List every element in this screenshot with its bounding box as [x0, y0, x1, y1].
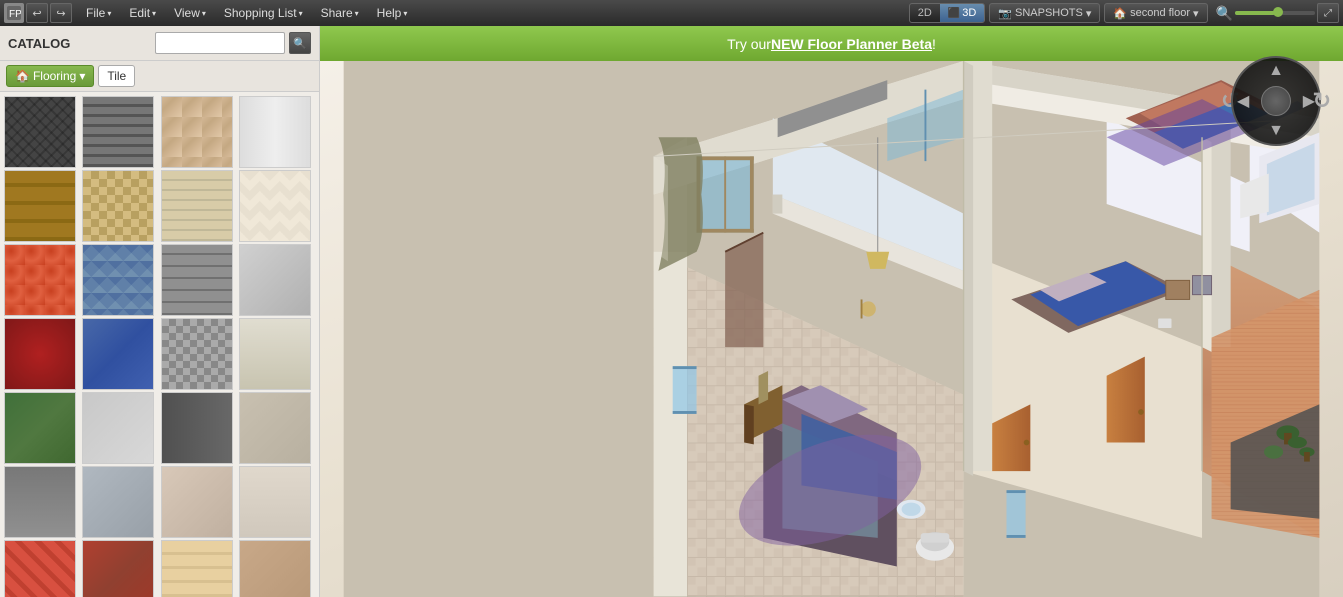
tile-item-14[interactable]: [82, 318, 154, 390]
tile-item-8[interactable]: [239, 170, 311, 242]
view-menu[interactable]: View ▾: [166, 0, 214, 26]
camera-icon: 📷: [998, 7, 1012, 20]
search-container: 🔍: [155, 32, 311, 54]
tile-item-17[interactable]: [4, 392, 76, 464]
tile-item-15[interactable]: [161, 318, 233, 390]
navigation-controls: ↺ ▲ ◀ ▶ ▼ ↻: [1221, 56, 1331, 146]
tile-item-12[interactable]: [239, 244, 311, 316]
left-panel: CATALOG 🔍 🏠 Flooring ▾ Tile: [0, 26, 320, 597]
zoom-slider-fill: [1235, 11, 1275, 15]
tile-item-28[interactable]: [239, 540, 311, 597]
tile-item-13[interactable]: [4, 318, 76, 390]
tile-item-16[interactable]: [239, 318, 311, 390]
help-menu[interactable]: Help ▾: [369, 0, 416, 26]
tile-item-24[interactable]: [239, 466, 311, 538]
tile-item-3[interactable]: [161, 96, 233, 168]
floor-plan-svg: [320, 61, 1343, 597]
tile-item-10[interactable]: [82, 244, 154, 316]
tile-item-23[interactable]: [161, 466, 233, 538]
nav-left-button[interactable]: ◀: [1237, 91, 1249, 111]
green-banner: Try our NEW Floor Planner Beta !: [320, 26, 1343, 61]
search-button[interactable]: 🔍: [289, 32, 311, 54]
tile-item-9[interactable]: [4, 244, 76, 316]
zoom-slider[interactable]: [1235, 11, 1315, 15]
zoom-expand-button[interactable]: ⤢: [1317, 3, 1339, 23]
tile-item-19[interactable]: [161, 392, 233, 464]
tile-item-6[interactable]: [82, 170, 154, 242]
view-toggle: 2D ⬛ 3D: [909, 3, 986, 23]
flooring-arrow: ▾: [79, 69, 85, 83]
share-menu[interactable]: Share ▾: [313, 0, 367, 26]
2d-view-button[interactable]: 2D: [910, 3, 940, 23]
shopping-list-menu-arrow: ▾: [299, 9, 303, 18]
share-menu-arrow: ▾: [355, 9, 359, 18]
tile-item-1[interactable]: [4, 96, 76, 168]
tile-item-21[interactable]: [4, 466, 76, 538]
menubar: FP ↩ ↪ File ▾ Edit ▾ View ▾ Shopping Lis…: [0, 0, 1343, 26]
nav-down-button[interactable]: ▼: [1268, 122, 1284, 140]
undo-button[interactable]: ↩: [26, 3, 48, 23]
floor-selector[interactable]: 🏠 second floor ▾: [1104, 3, 1207, 23]
catalog-title: CATALOG: [8, 36, 70, 51]
zoom-container: 🔍 ⤢: [1216, 3, 1339, 23]
stairs-icon: 🏠: [1113, 7, 1127, 20]
redo-button[interactable]: ↪: [50, 3, 72, 23]
tile-item-26[interactable]: [82, 540, 154, 597]
svg-text:FP: FP: [9, 9, 21, 20]
navigation-dial: ▲ ◀ ▶ ▼: [1231, 56, 1321, 146]
tile-item-4[interactable]: [239, 96, 311, 168]
3d-view-button[interactable]: ⬛ 3D: [940, 3, 985, 23]
snapshots-arrow: ▾: [1086, 7, 1092, 20]
zoom-icon: 🔍: [1216, 5, 1233, 22]
tile-subcategory-button[interactable]: Tile: [98, 65, 135, 87]
tile-item-20[interactable]: [239, 392, 311, 464]
nav-center: [1261, 86, 1291, 116]
category-nav: 🏠 Flooring ▾ Tile: [0, 61, 319, 92]
snapshots-button[interactable]: 📷 SNAPSHOTS ▾: [989, 3, 1100, 23]
tile-item-2[interactable]: [82, 96, 154, 168]
floor-selector-arrow: ▾: [1193, 7, 1199, 20]
3d-cube-icon: ⬛: [948, 8, 960, 19]
home-icon: 🏠: [15, 69, 30, 83]
catalog-header: CATALOG 🔍: [0, 26, 319, 61]
tile-item-5[interactable]: [4, 170, 76, 242]
right-area: Try our NEW Floor Planner Beta !: [320, 26, 1343, 597]
app-logo: FP: [4, 3, 24, 23]
edit-menu[interactable]: Edit ▾: [121, 0, 164, 26]
tile-item-27[interactable]: [161, 540, 233, 597]
edit-menu-arrow: ▾: [152, 9, 156, 18]
file-menu[interactable]: File ▾: [78, 0, 119, 26]
flooring-category-button[interactable]: 🏠 Flooring ▾: [6, 65, 94, 87]
shopping-list-menu[interactable]: Shopping List ▾: [216, 0, 311, 26]
tile-item-11[interactable]: [161, 244, 233, 316]
menubar-right: 2D ⬛ 3D 📷 SNAPSHOTS ▾ 🏠 second floor ▾ 🔍…: [909, 3, 1339, 23]
help-menu-arrow: ▾: [403, 9, 407, 18]
file-menu-arrow: ▾: [107, 9, 111, 18]
tile-item-18[interactable]: [82, 392, 154, 464]
tile-item-7[interactable]: [161, 170, 233, 242]
search-input[interactable]: [155, 32, 285, 54]
tile-item-25[interactable]: [4, 540, 76, 597]
view-menu-arrow: ▾: [202, 9, 206, 18]
rotate-right-button[interactable]: ↻: [1313, 88, 1331, 114]
nav-up-button[interactable]: ▲: [1268, 62, 1284, 80]
floor-plan-visual: [320, 61, 1343, 597]
logo-area: FP ↩ ↪: [4, 3, 72, 23]
banner-link[interactable]: NEW Floor Planner Beta: [771, 36, 932, 52]
main-layout: CATALOG 🔍 🏠 Flooring ▾ Tile Try our NEW …: [0, 26, 1343, 597]
zoom-slider-thumb[interactable]: [1273, 7, 1283, 17]
tile-item-22[interactable]: [82, 466, 154, 538]
tile-grid: [0, 92, 319, 597]
